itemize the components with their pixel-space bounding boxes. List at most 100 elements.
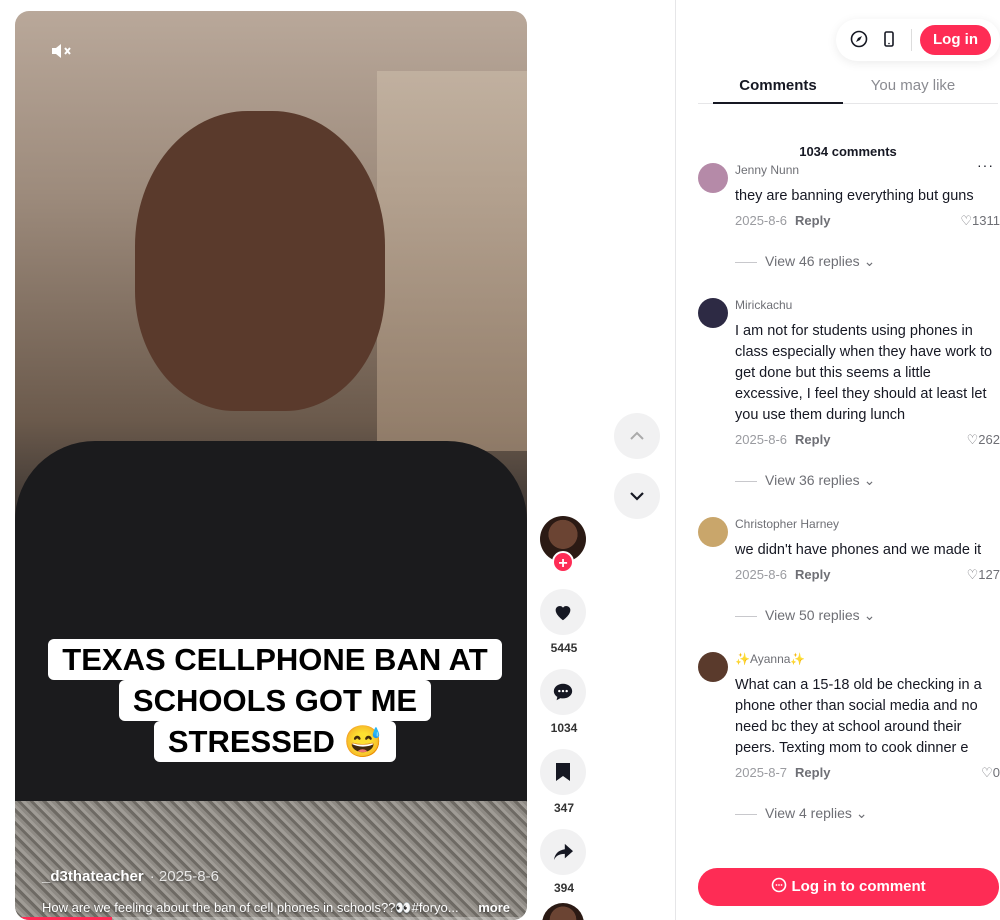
creator-avatar[interactable]: + (540, 516, 586, 573)
view-replies-button[interactable]: View 4 replies ⌄ (698, 805, 1000, 822)
panel-tabs: Comments You may like (698, 72, 998, 104)
video-author[interactable]: _d3thateacher · 2025-8-6 (42, 868, 219, 885)
chevron-down-icon (630, 492, 644, 501)
reply-button[interactable]: Reply (795, 765, 830, 780)
description-text: How are we feeling about the ban of cell… (42, 900, 459, 915)
caption-line: SCHOOLS GOT ME (118, 680, 432, 721)
comment-like-button[interactable]: ♡0 (981, 765, 1000, 781)
previous-video-button[interactable] (614, 413, 660, 459)
comment-like-count: 1311 (972, 213, 1000, 228)
view-replies-row: View 46 replies ⌄ (698, 253, 1000, 270)
comment-avatar[interactable] (698, 163, 728, 193)
mobile-phone-icon[interactable] (879, 30, 899, 50)
tab-comments[interactable]: Comments (713, 77, 843, 94)
chevron-down-icon: ⌄ (863, 253, 876, 269)
video-player[interactable]: TEXAS CELLPHONE BAN AT SCHOOLS GOT ME ST… (15, 11, 527, 920)
comment-like-button[interactable]: ♡262 (967, 432, 1000, 448)
comment-meta: 2025-8-6 Reply ♡1311 (735, 213, 1000, 231)
video-background-wall (377, 71, 527, 451)
replies-line (735, 813, 757, 815)
action-bar: + 5445 1034 347 394 (540, 516, 588, 920)
comment-date: 2025-8-6 (735, 213, 788, 228)
view-replies-row: View 36 replies ⌄ (698, 472, 1000, 489)
video-date: · 2025-8-6 (149, 868, 219, 885)
like-count: 5445 (550, 641, 578, 655)
comment-like-count: 262 (978, 432, 1000, 447)
reply-button[interactable]: Reply (795, 432, 830, 447)
view-replies-row: View 4 replies ⌄ (698, 805, 1000, 822)
more-options-icon[interactable]: ··· (977, 157, 994, 173)
video-person (135, 111, 385, 411)
next-video-button[interactable] (614, 473, 660, 519)
comment-text: I am not for students using phones in cl… (735, 323, 993, 423)
view-replies-button[interactable]: View 46 replies ⌄ (698, 253, 1000, 270)
video-caption-overlay: TEXAS CELLPHONE BAN AT SCHOOLS GOT ME ST… (40, 639, 510, 762)
comment-username[interactable]: ✨Ayanna✨ (735, 652, 1000, 668)
comment-meta: 2025-8-6 Reply ♡262 (735, 432, 1000, 450)
caption-line: TEXAS CELLPHONE BAN AT (48, 639, 502, 680)
mute-icon[interactable] (49, 39, 75, 65)
comment-icon (553, 683, 573, 701)
comment-like-count: 127 (978, 567, 1000, 582)
view-replies-button[interactable]: View 50 replies ⌄ (698, 607, 1000, 624)
replies-line (735, 480, 757, 482)
share-count: 394 (553, 881, 575, 895)
view-replies-button[interactable]: View 36 replies ⌄ (698, 472, 1000, 489)
replies-line (735, 261, 757, 263)
bookmark-icon (556, 763, 570, 781)
view-replies-row: View 50 replies ⌄ (698, 607, 1000, 624)
comment-username[interactable]: Christopher Harney (735, 517, 1000, 533)
comment-avatar[interactable] (698, 652, 728, 682)
compass-icon[interactable] (849, 30, 869, 50)
bookmark-button[interactable] (540, 749, 586, 795)
view-replies-label[interactable]: View 36 replies (765, 472, 860, 488)
comment-text: we didn't have phones and we made it (735, 542, 982, 558)
comment-like-button[interactable]: ♡127 (967, 567, 1000, 583)
comment-button[interactable] (540, 669, 586, 715)
author-name[interactable]: _d3thateacher (42, 868, 144, 885)
follow-plus-icon[interactable]: + (552, 551, 574, 573)
reply-button[interactable]: Reply (795, 567, 830, 582)
comment-date: 2025-8-7 (735, 765, 788, 780)
caption-line: STRESSED 😅 (153, 721, 397, 762)
sound-avatar[interactable] (542, 903, 584, 920)
reply-button[interactable]: Reply (795, 213, 830, 228)
bookmark-count: 347 (553, 801, 575, 815)
chevron-down-icon: ⌄ (863, 472, 876, 488)
chevron-up-icon (630, 431, 644, 440)
view-replies-label[interactable]: View 46 replies (765, 253, 860, 269)
chevron-down-icon: ⌄ (863, 607, 876, 623)
more-button[interactable]: more (478, 900, 510, 915)
comment-avatar[interactable] (698, 298, 728, 328)
chevron-down-icon: ⌄ (855, 805, 868, 821)
heart-outline-icon: ♡ (981, 765, 993, 780)
comment-bubble-icon (771, 877, 791, 895)
comment-text: What can a 15-18 old be checking in a ph… (735, 677, 982, 756)
comment-date: 2025-8-6 (735, 567, 788, 582)
comments-total: 1034 comments (799, 144, 897, 159)
heart-outline-icon: ♡ (966, 567, 979, 582)
share-icon (553, 843, 573, 861)
like-button[interactable] (540, 589, 586, 635)
comment-like-button[interactable]: ♡1311 (960, 213, 1000, 229)
login-to-comment-button[interactable]: Log in to comment (698, 868, 999, 906)
view-replies-label[interactable]: View 50 replies (765, 607, 860, 623)
replies-line (735, 615, 757, 617)
comment-username[interactable]: Jenny Nunn (735, 163, 1000, 179)
video-description: How are we feeling about the ban of cell… (42, 900, 522, 916)
comment-username[interactable]: Mirickachu (735, 298, 1000, 314)
panel-divider (675, 0, 676, 920)
share-button[interactable] (540, 829, 586, 875)
tab-you-may-like[interactable]: You may like (848, 77, 978, 94)
view-replies-label[interactable]: View 4 replies (765, 805, 852, 821)
comment-avatar[interactable] (698, 517, 728, 547)
heart-outline-icon: ♡ (966, 432, 979, 447)
login-button[interactable]: Log in (920, 25, 991, 55)
heart-outline-icon: ♡ (960, 213, 973, 228)
login-to-comment-label[interactable]: Log in to comment (792, 878, 926, 895)
topbar-separator (911, 29, 912, 51)
tab-underline (713, 102, 843, 104)
comment-text: they are banning everything but guns (735, 188, 974, 204)
comment-meta: 2025-8-7 Reply ♡0 (735, 765, 1000, 783)
comment-count: 1034 (550, 721, 578, 735)
